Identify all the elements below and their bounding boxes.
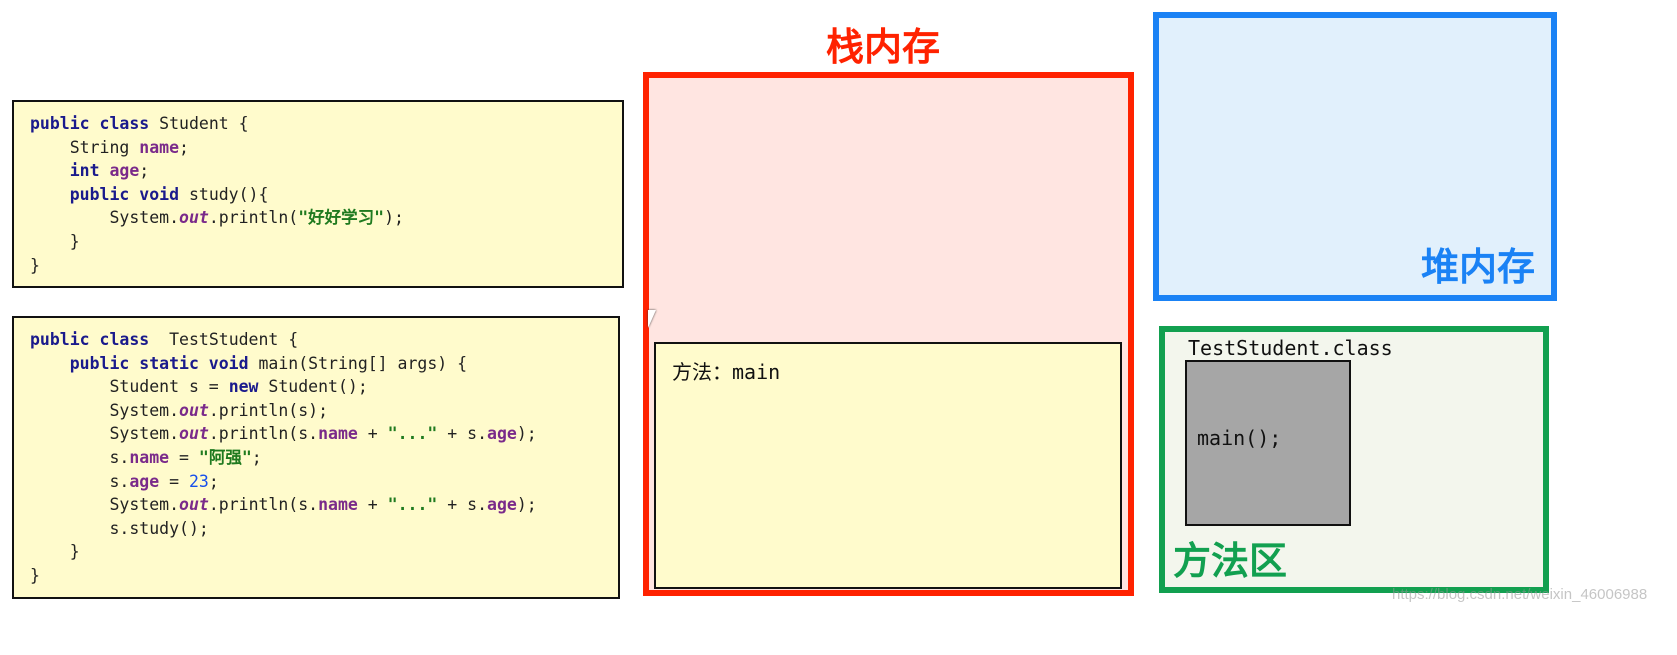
code-token: age	[487, 424, 517, 444]
code-token: int	[30, 161, 100, 181]
code-token: +	[357, 495, 388, 515]
code-line: public void study(){	[30, 183, 622, 207]
code-token: out	[179, 495, 209, 515]
code-token: Student();	[258, 377, 368, 397]
code-line: s.name = "阿强";	[30, 446, 618, 470]
student-class-code: public class Student { String name; int …	[12, 100, 624, 288]
stack-frame-label: 方法：main	[672, 360, 781, 384]
code-token: + s.	[437, 495, 488, 515]
code-line: s.study();	[30, 517, 618, 541]
code-token: ;	[251, 447, 262, 467]
code-token: +	[357, 424, 388, 444]
code-token: =	[159, 471, 189, 491]
code-line: }	[30, 564, 618, 588]
code-token: Student s =	[30, 377, 229, 397]
code-token: );	[384, 208, 404, 228]
code-line: System.out.println(s);	[30, 399, 618, 423]
code-line: System.out.println("好好学习");	[30, 206, 622, 230]
code-token: System.	[30, 400, 180, 420]
code-token: "..."	[387, 495, 438, 515]
code-token: public static void	[30, 353, 249, 373]
code-token: "好好学习"	[298, 208, 385, 228]
stack-memory-title: 栈内存	[826, 25, 941, 69]
code-token: ;	[139, 161, 150, 181]
class-name: TestStudent.class	[1188, 336, 1393, 360]
code-token: public void	[30, 184, 180, 204]
code-token: }	[30, 565, 40, 585]
code-token: );	[516, 424, 537, 444]
code-token: ;	[208, 471, 219, 491]
code-line: System.out.println(s.name + "..." + s.ag…	[30, 422, 618, 446]
code-line: String name;	[30, 136, 622, 160]
code-token: }	[30, 255, 40, 275]
code-token: "..."	[387, 424, 438, 444]
code-line: s.age = 23;	[30, 470, 618, 494]
code-token: =	[169, 447, 199, 467]
code-line: Student s = new Student();	[30, 375, 618, 399]
code-line: System.out.println(s.name + "..." + s.ag…	[30, 493, 618, 517]
code-token: public class	[30, 330, 150, 349]
test-student-class-code: public class TestStudent { public static…	[12, 316, 620, 599]
code-token: out	[179, 424, 209, 444]
heap-memory-title: 堆内存	[1420, 245, 1535, 289]
code-token: out	[179, 400, 209, 420]
mouse-cursor-icon	[648, 310, 656, 328]
heap-memory: 堆内存	[1153, 12, 1557, 301]
code-line: public class TestStudent {	[30, 328, 618, 352]
code-line: public static void main(String[] args) {	[30, 352, 618, 376]
code-token: name	[318, 495, 358, 515]
code-token: }	[30, 542, 80, 562]
code-token: .println(s);	[208, 400, 329, 420]
code-line: int age;	[30, 159, 622, 183]
code-token: .println(s.	[208, 495, 319, 515]
code-token: System.	[30, 495, 180, 515]
code-token: s.	[30, 447, 130, 467]
code-token: study(){	[179, 184, 269, 204]
code-token: age	[487, 495, 517, 515]
code-token: + s.	[437, 424, 488, 444]
code-token: Student {	[159, 114, 249, 133]
stack-frame-main: 方法：main	[654, 342, 1122, 589]
code-token: out	[179, 208, 209, 228]
method-area: TestStudent.class main(); 方法区	[1159, 326, 1549, 593]
code-token: );	[516, 495, 537, 515]
code-token: System.	[30, 208, 180, 228]
code-token: name	[318, 424, 358, 444]
watermark: https://blog.csdn.net/weixin_46006988	[1392, 586, 1648, 603]
code-line: }	[30, 230, 622, 254]
code-token: main(String[] args) {	[248, 353, 468, 373]
code-token: new	[228, 377, 259, 397]
method-main: main();	[1197, 426, 1282, 450]
code-token: name	[129, 447, 170, 467]
code-token: s.	[30, 471, 130, 491]
code-token: String	[30, 137, 140, 157]
code-token: 23	[188, 471, 209, 491]
code-token: System.	[30, 424, 180, 444]
code-token: "阿强"	[198, 447, 252, 467]
code-token: }	[30, 231, 80, 251]
code-token: .println(	[208, 208, 299, 228]
method-block: main();	[1185, 360, 1351, 526]
code-token: .println(s.	[208, 424, 319, 444]
code-token: age	[109, 161, 140, 181]
code-line: }	[30, 254, 622, 278]
code-token: TestStudent {	[159, 330, 299, 349]
code-token: name	[139, 137, 180, 157]
code-token: age	[129, 471, 160, 491]
code-token: s.study();	[30, 518, 209, 538]
code-token: ;	[179, 137, 189, 157]
method-area-title: 方法区	[1173, 539, 1288, 583]
code-token: public class	[30, 114, 150, 133]
code-line: }	[30, 540, 618, 564]
code-line: public class Student {	[30, 112, 622, 136]
